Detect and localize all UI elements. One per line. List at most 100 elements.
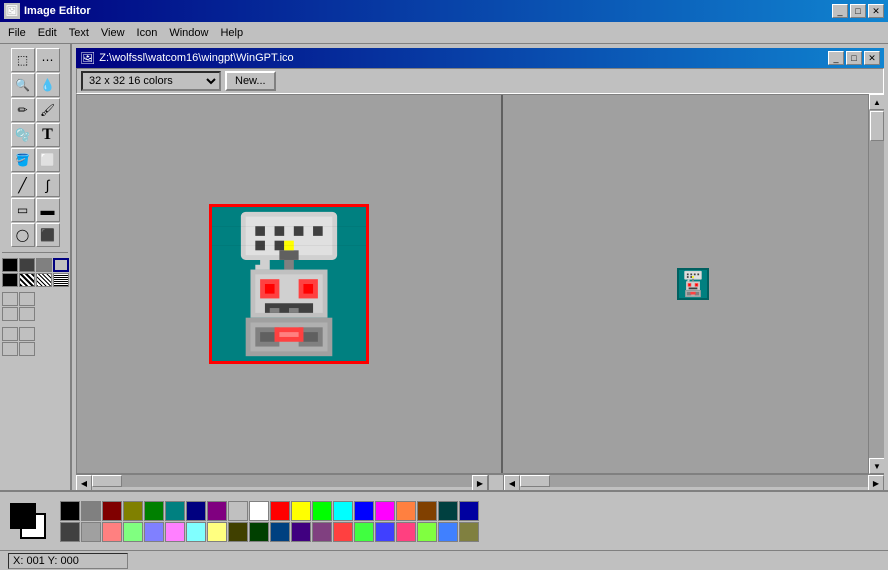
color-gray[interactable]: [36, 258, 52, 272]
maximize-button[interactable]: □: [850, 4, 866, 18]
palette-color-21[interactable]: [81, 522, 101, 542]
color-dark[interactable]: [19, 258, 35, 272]
select-tool[interactable]: ⬚: [11, 48, 35, 72]
inner-maximize-button[interactable]: □: [846, 51, 862, 65]
h-scroll-thumb-right[interactable]: [520, 475, 550, 487]
menu-view[interactable]: View: [95, 25, 131, 41]
filled-oval-tool[interactable]: ⬛: [36, 223, 60, 247]
palette-color-17[interactable]: [417, 501, 437, 521]
palette-color-1[interactable]: [81, 501, 101, 521]
palette-color-6[interactable]: [186, 501, 206, 521]
v-scroll-track[interactable]: [869, 110, 884, 458]
palette-color-19[interactable]: [459, 501, 479, 521]
line-style-1[interactable]: [2, 292, 18, 306]
palette-color-4[interactable]: [144, 501, 164, 521]
h-scroll-track-left[interactable]: [92, 475, 472, 487]
pencil-tool[interactable]: ✏: [11, 98, 35, 122]
palette-color-7[interactable]: [207, 501, 227, 521]
palette-color-36[interactable]: [396, 522, 416, 542]
palette-color-34[interactable]: [354, 522, 374, 542]
new-button[interactable]: New...: [225, 71, 276, 91]
palette-color-33[interactable]: [333, 522, 353, 542]
pattern-dots-2[interactable]: [36, 273, 52, 287]
v-scroll-thumb[interactable]: [870, 111, 884, 141]
minimize-button[interactable]: _: [832, 4, 848, 18]
palette-color-2[interactable]: [102, 501, 122, 521]
palette-color-8[interactable]: [228, 501, 248, 521]
menu-edit[interactable]: Edit: [32, 25, 63, 41]
palette-color-15[interactable]: [375, 501, 395, 521]
palette-color-9[interactable]: [249, 501, 269, 521]
palette-color-14[interactable]: [354, 501, 374, 521]
brush-tool[interactable]: 🖌: [36, 98, 60, 122]
rect-tool[interactable]: ▭: [11, 198, 35, 222]
eraser-tool[interactable]: ⬜: [36, 148, 60, 172]
palette-color-10[interactable]: [270, 501, 290, 521]
palette-color-30[interactable]: [270, 522, 290, 542]
size-dropdown[interactable]: 32 x 32 16 colors 16 x 16 16 colors 48 x…: [81, 71, 221, 91]
palette-color-29[interactable]: [249, 522, 269, 542]
palette-color-12[interactable]: [312, 501, 332, 521]
oval-tool[interactable]: ◯: [11, 223, 35, 247]
menu-file[interactable]: File: [2, 25, 32, 41]
h-scroll-track-right[interactable]: [520, 475, 868, 487]
h-scroll-thumb-left[interactable]: [92, 475, 122, 487]
palette-color-5[interactable]: [165, 501, 185, 521]
color-black[interactable]: [2, 258, 18, 272]
menu-icon[interactable]: Icon: [131, 25, 164, 41]
pattern-dots-3[interactable]: [53, 273, 69, 287]
inner-minimize-button[interactable]: _: [828, 51, 844, 65]
eyedropper-tool[interactable]: 💧: [36, 73, 60, 97]
palette-color-24[interactable]: [144, 522, 164, 542]
line-style-3[interactable]: [2, 307, 18, 321]
brush-style-2[interactable]: [19, 327, 35, 341]
palette-color-26[interactable]: [186, 522, 206, 542]
palette-color-16[interactable]: [396, 501, 416, 521]
palette-color-27[interactable]: [207, 522, 227, 542]
zoom-tool[interactable]: 🔍: [11, 73, 35, 97]
palette-color-18[interactable]: [438, 501, 458, 521]
lasso-tool[interactable]: ⋯: [36, 48, 60, 72]
scroll-right-arrow[interactable]: ▶: [472, 475, 488, 490]
text-tool[interactable]: T: [36, 123, 60, 147]
pattern-solid[interactable]: [2, 273, 18, 287]
palette-color-13[interactable]: [333, 501, 353, 521]
line-style-2[interactable]: [19, 292, 35, 306]
fill-tool[interactable]: 🪣: [11, 148, 35, 172]
palette-color-38[interactable]: [438, 522, 458, 542]
scroll-down-arrow[interactable]: ▼: [869, 458, 884, 474]
palette-color-32[interactable]: [312, 522, 332, 542]
scroll-left-arrow[interactable]: ◀: [76, 475, 92, 490]
palette-color-31[interactable]: [291, 522, 311, 542]
palette-color-23[interactable]: [123, 522, 143, 542]
pattern-dots-1[interactable]: [19, 273, 35, 287]
scroll-up-arrow[interactable]: ▲: [869, 94, 884, 110]
palette-color-35[interactable]: [375, 522, 395, 542]
color-white[interactable]: [53, 258, 69, 272]
airbrush-tool[interactable]: 🫧: [11, 123, 35, 147]
palette-color-39[interactable]: [459, 522, 479, 542]
palette-color-20[interactable]: [60, 522, 80, 542]
scroll-right-arrow-2[interactable]: ▶: [868, 475, 884, 490]
line-tool[interactable]: ╱: [11, 173, 35, 197]
foreground-color-box[interactable]: [10, 503, 36, 529]
menu-window[interactable]: Window: [163, 25, 214, 41]
close-button[interactable]: ✕: [868, 4, 884, 18]
menu-text[interactable]: Text: [63, 25, 95, 41]
palette-color-22[interactable]: [102, 522, 122, 542]
palette-color-3[interactable]: [123, 501, 143, 521]
brush-style-1[interactable]: [2, 327, 18, 341]
pixel-art-editor[interactable]: [209, 204, 369, 364]
palette-color-25[interactable]: [165, 522, 185, 542]
palette-color-28[interactable]: [228, 522, 248, 542]
canvas-left[interactable]: [77, 95, 503, 473]
palette-color-37[interactable]: [417, 522, 437, 542]
brush-style-4[interactable]: [19, 342, 35, 356]
line-style-4[interactable]: [19, 307, 35, 321]
scroll-left-arrow-2[interactable]: ◀: [504, 475, 520, 490]
palette-color-11[interactable]: [291, 501, 311, 521]
brush-style-3[interactable]: [2, 342, 18, 356]
menu-help[interactable]: Help: [214, 25, 249, 41]
filled-rect-tool[interactable]: ▬: [36, 198, 60, 222]
inner-close-button[interactable]: ✕: [864, 51, 880, 65]
